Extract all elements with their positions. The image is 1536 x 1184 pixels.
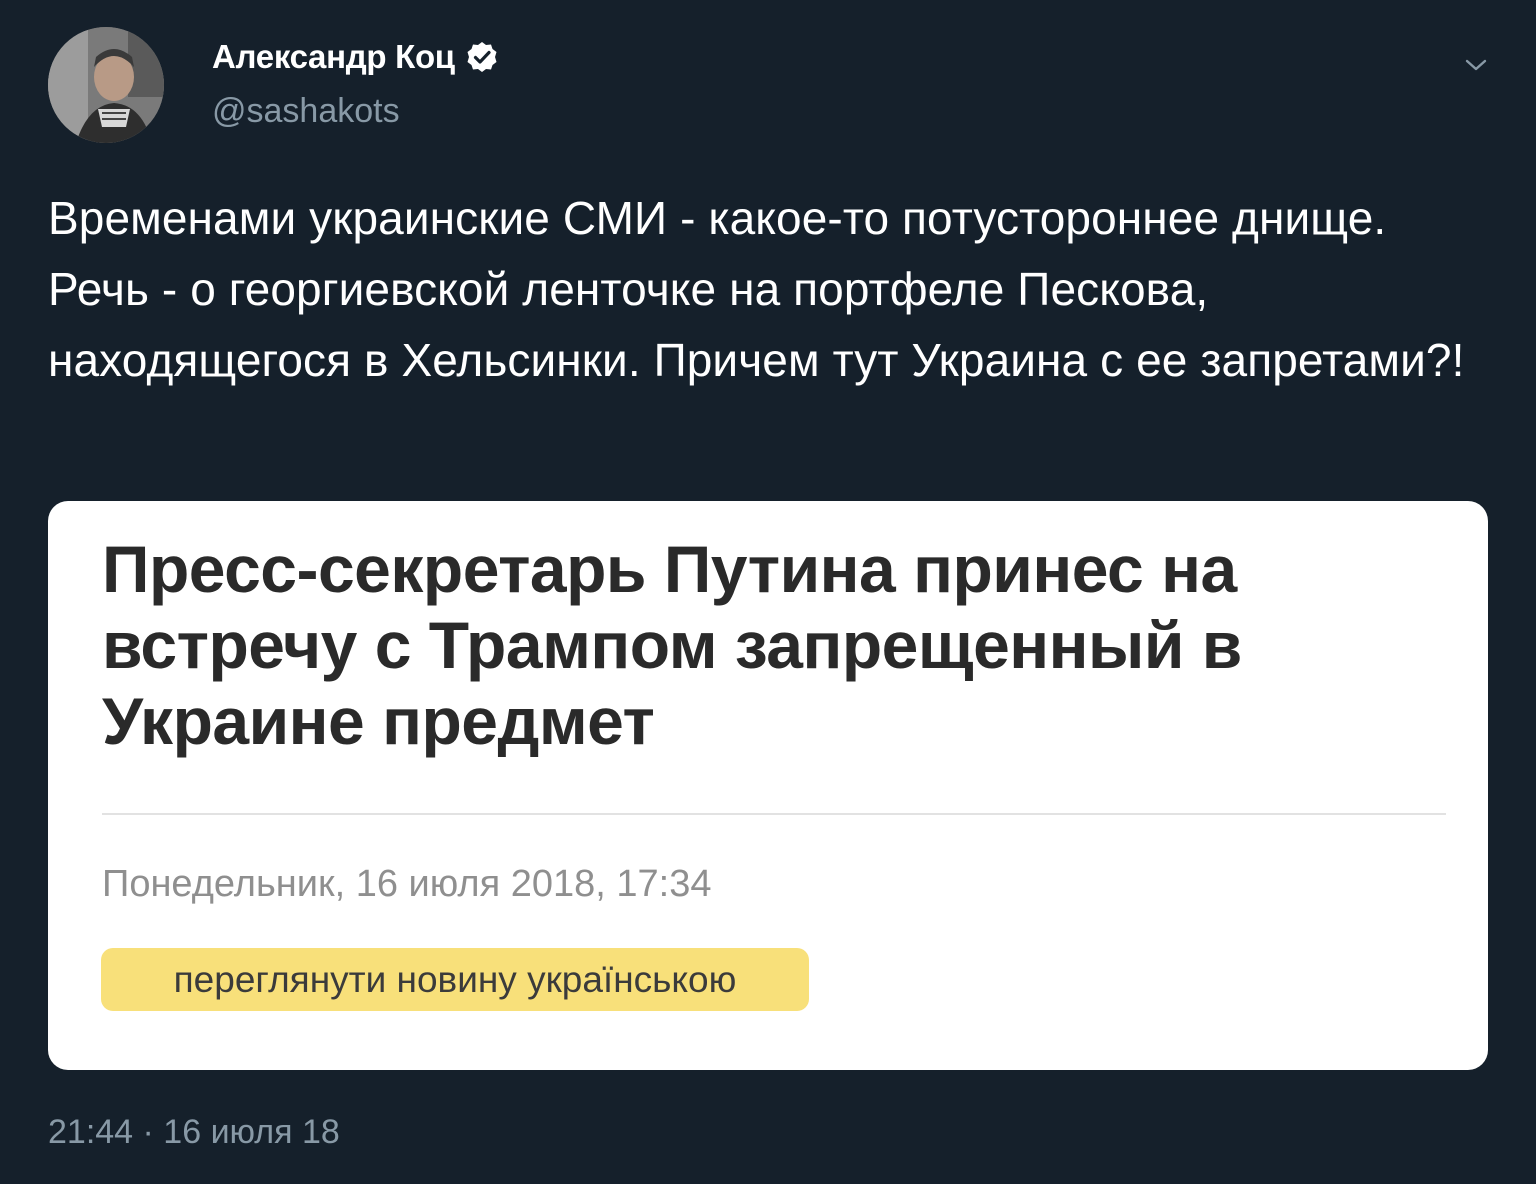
author-display-name-row[interactable]: Александр Коц: [212, 38, 499, 76]
tweet-text: Временами украинские СМИ - какое-то поту…: [48, 192, 1465, 386]
embed-headline: Пресс-секретарь Путина принес на встречу…: [102, 532, 1242, 758]
avatar-image: [48, 27, 164, 143]
embedded-news-card[interactable]: Пресс-секретарь Путина принес на встречу…: [48, 501, 1488, 1070]
author-display-name[interactable]: Александр Коц: [212, 38, 455, 76]
view-in-ukrainian-button[interactable]: переглянути новину українською: [101, 948, 809, 1011]
tweet-timestamp[interactable]: 21:44 · 16 июля 18: [48, 1113, 340, 1152]
embed-date: Понедельник, 16 июля 2018, 17:34: [102, 863, 712, 905]
avatar[interactable]: [48, 27, 164, 143]
chevron-down-icon[interactable]: [1461, 50, 1491, 80]
author-handle[interactable]: @sashakots: [212, 92, 400, 131]
verified-badge-icon: [467, 42, 497, 72]
embed-divider: [102, 813, 1446, 815]
